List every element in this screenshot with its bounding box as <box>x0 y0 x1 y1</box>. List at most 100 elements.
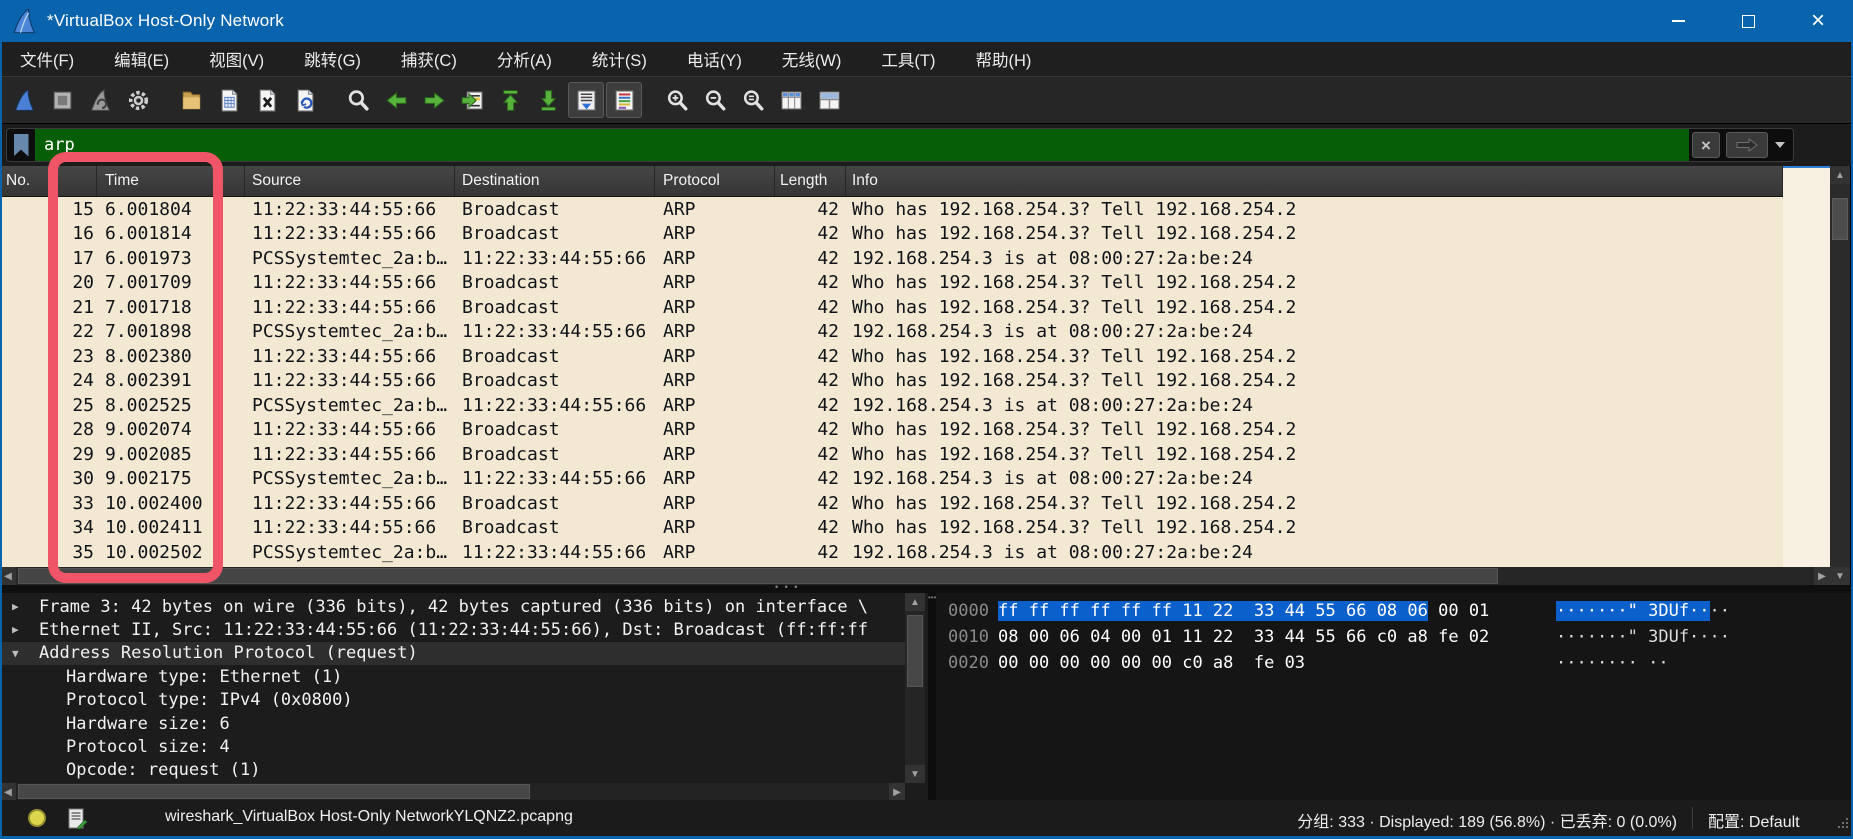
toolbar-reload-capture-button[interactable] <box>287 82 323 118</box>
scrollbar-thumb[interactable] <box>907 615 923 687</box>
detail-line[interactable]: ▶Ethernet II, Src: 11:22:33:44:55:66 (11… <box>0 618 905 641</box>
capture-comment-icon[interactable] <box>68 808 87 829</box>
toolbar-zoom-reset-button[interactable] <box>735 82 771 118</box>
toolbar-go-last-packet-button[interactable] <box>530 82 566 118</box>
filter-apply-button[interactable] <box>1726 132 1768 158</box>
toolbar-go-back-button[interactable] <box>378 82 414 118</box>
horizontal-splitter[interactable] <box>0 585 1853 593</box>
scroll-up-icon[interactable]: ▲ <box>905 593 925 611</box>
packet-row[interactable]: 207.00170911:22:33:44:55:66BroadcastARP4… <box>0 271 1783 296</box>
menu-item-capture[interactable]: 捕获(C) <box>381 42 477 76</box>
expander-open-icon[interactable]: ▼ <box>12 647 28 660</box>
packet-row[interactable]: 3510.002502PCSSystemtec_2a:b…11:22:33:44… <box>0 540 1783 565</box>
packet-row[interactable]: 309.002175PCSSystemtec_2a:b…11:22:33:44:… <box>0 467 1783 492</box>
menu-item-go[interactable]: 跳转(G) <box>284 42 381 76</box>
packet-row[interactable]: 289.00207411:22:33:44:55:66BroadcastARP4… <box>0 418 1783 443</box>
toolbar-layout-panes-button[interactable] <box>811 82 847 118</box>
column-header-source[interactable]: Source <box>245 166 455 196</box>
hex-row[interactable]: 002000 00 00 00 00 00 c0 a8 fe 03·······… <box>936 650 1853 676</box>
detail-line[interactable]: Hardware type: Ethernet (1) <box>0 665 905 688</box>
menu-item-help[interactable]: 帮助(H) <box>955 42 1051 76</box>
expander-closed-icon[interactable]: ▶ <box>12 600 28 613</box>
column-header-info[interactable]: Info <box>846 166 1783 196</box>
menu-item-analyze[interactable]: 分析(A) <box>477 42 572 76</box>
scrollbar-thumb[interactable] <box>18 568 1498 584</box>
toolbar-close-capture-button[interactable] <box>249 82 285 118</box>
maximize-button[interactable] <box>1713 0 1783 42</box>
expander-closed-icon[interactable]: ▶ <box>12 623 28 636</box>
packet-row[interactable]: 3410.00241111:22:33:44:55:66BroadcastARP… <box>0 516 1783 541</box>
column-header-no[interactable]: No. <box>0 166 97 196</box>
filter-clear-button[interactable]: × <box>1692 132 1720 158</box>
column-header-length[interactable]: Length <box>775 166 846 196</box>
scroll-left-icon[interactable]: ◀ <box>0 567 16 585</box>
toolbar-zoom-in-button[interactable] <box>659 82 695 118</box>
detail-line[interactable]: Protocol size: 4 <box>0 735 905 758</box>
scroll-right-icon[interactable]: ▶ <box>889 783 905 800</box>
detail-line[interactable]: Opcode: request (1) <box>0 759 905 782</box>
scrollbar-thumb[interactable] <box>1832 198 1848 240</box>
scroll-right-icon[interactable]: ▶ <box>1814 567 1830 585</box>
cell-source: PCSSystemtec_2a:b… <box>245 321 455 342</box>
menu-item-tools[interactable]: 工具(T) <box>861 42 955 76</box>
toolbar-capture-restart-button[interactable] <box>82 82 118 118</box>
detail-line[interactable]: Protocol type: IPv4 (0x0800) <box>0 689 905 712</box>
toolbar-capture-stop-button[interactable] <box>44 82 80 118</box>
toolbar-go-first-packet-button[interactable] <box>492 82 528 118</box>
detail-line[interactable]: ▶Frame 3: 42 bytes on wire (336 bits), 4… <box>0 595 905 618</box>
minimize-button[interactable] <box>1643 0 1713 42</box>
scroll-up-icon[interactable]: ▲ <box>1830 166 1850 184</box>
toolbar-go-to-packet-button[interactable] <box>454 82 490 118</box>
scroll-down-icon[interactable]: ▼ <box>1830 567 1850 585</box>
profile-selector[interactable]: 配置: Default <box>1708 808 1800 832</box>
expert-info-icon[interactable] <box>28 809 46 827</box>
menu-item-wireless[interactable]: 无线(W) <box>762 42 862 76</box>
toolbar-colorize-packets-button[interactable] <box>606 82 642 118</box>
column-header-time[interactable]: Time <box>97 166 245 196</box>
packet-row[interactable]: 248.00239111:22:33:44:55:66BroadcastARP4… <box>0 369 1783 394</box>
column-header-protocol[interactable]: Protocol <box>655 166 775 196</box>
menu-item-edit[interactable]: 编辑(E) <box>94 42 189 76</box>
toolbar-open-capture-button[interactable] <box>173 82 209 118</box>
packet-row[interactable]: 217.00171811:22:33:44:55:66BroadcastARP4… <box>0 295 1783 320</box>
packet-row[interactable]: 156.00180411:22:33:44:55:66BroadcastARP4… <box>0 197 1783 222</box>
vertical-splitter[interactable] <box>928 593 936 800</box>
toolbar-find-packet-button[interactable] <box>340 82 376 118</box>
packet-row[interactable]: 238.00238011:22:33:44:55:66BroadcastARP4… <box>0 344 1783 369</box>
detail-line[interactable]: ▼Address Resolution Protocol (request) <box>0 642 905 665</box>
menu-item-view[interactable]: 视图(V) <box>189 42 284 76</box>
toolbar-save-capture-button[interactable] <box>211 82 247 118</box>
menu-item-telephony[interactable]: 电话(Y) <box>667 42 762 76</box>
menu-item-file[interactable]: 文件(F) <box>0 42 94 76</box>
packet-row[interactable]: 258.002525PCSSystemtec_2a:b…11:22:33:44:… <box>0 393 1783 418</box>
packet-list-vertical-scrollbar[interactable]: ▲ ▼ <box>1830 166 1850 585</box>
toolbar-capture-start-button[interactable] <box>6 82 42 118</box>
packet-row[interactable]: 3310.00240011:22:33:44:55:66BroadcastARP… <box>0 491 1783 516</box>
scroll-down-icon[interactable]: ▼ <box>905 765 925 783</box>
toolbar-capture-options-button[interactable] <box>120 82 156 118</box>
filter-dropdown-caret[interactable] <box>1775 142 1785 148</box>
toolbar-resize-columns-button[interactable] <box>773 82 809 118</box>
packet-list-horizontal-scrollbar[interactable]: ◀ ▶ <box>0 567 1830 585</box>
close-button[interactable]: × <box>1783 0 1853 42</box>
hex-row[interactable]: 0000ff ff ff ff ff ff 11 22 33 44 55 66 … <box>936 598 1853 624</box>
toolbar-auto-scroll-button[interactable] <box>568 82 604 118</box>
hex-row[interactable]: 001008 00 06 04 00 01 11 22 33 44 55 66 … <box>936 624 1853 650</box>
menu-item-statistics[interactable]: 统计(S) <box>572 42 667 76</box>
scroll-left-icon[interactable]: ◀ <box>0 783 16 800</box>
packet-row[interactable]: 227.001898PCSSystemtec_2a:b…11:22:33:44:… <box>0 320 1783 345</box>
details-horizontal-scrollbar[interactable]: ◀ ▶ <box>0 783 905 800</box>
zoom-out-icon <box>703 88 728 113</box>
toolbar-zoom-out-button[interactable] <box>697 82 733 118</box>
filter-bookmark-button[interactable] <box>7 129 35 161</box>
display-filter-input[interactable]: arp <box>35 129 1689 161</box>
packet-row[interactable]: 166.00181411:22:33:44:55:66BroadcastARP4… <box>0 222 1783 247</box>
detail-line[interactable]: Hardware size: 6 <box>0 712 905 735</box>
packet-row[interactable]: 299.00208511:22:33:44:55:66BroadcastARP4… <box>0 442 1783 467</box>
scrollbar-thumb[interactable] <box>18 784 530 799</box>
toolbar-go-forward-button[interactable] <box>416 82 452 118</box>
column-header-destination[interactable]: Destination <box>455 166 655 196</box>
details-vertical-scrollbar[interactable]: ▲ ▼ <box>905 593 925 783</box>
packet-row[interactable]: 176.001973PCSSystemtec_2a:b…11:22:33:44:… <box>0 246 1783 271</box>
resize-grip-icon[interactable] <box>1836 816 1850 830</box>
